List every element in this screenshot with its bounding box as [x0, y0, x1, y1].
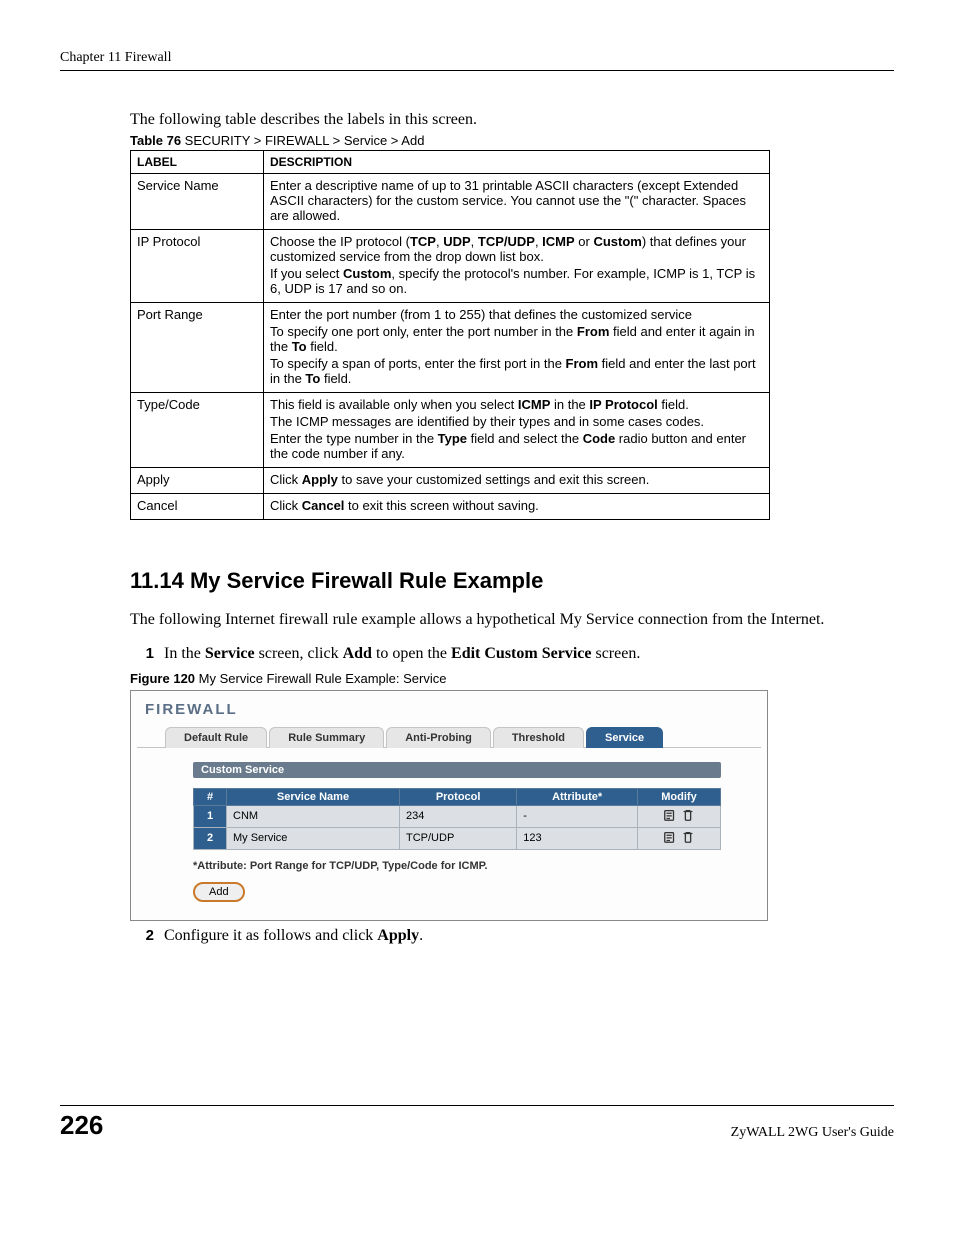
- figure-tabs: Default RuleRule SummaryAnti-ProbingThre…: [165, 727, 761, 748]
- description-table: LABEL DESCRIPTION Service NameEnter a de…: [130, 150, 770, 520]
- description-paragraph: This field is available only when you se…: [270, 397, 763, 412]
- row-modify: [638, 827, 721, 849]
- figure-row: 1CNM234-: [194, 805, 721, 827]
- tab-service[interactable]: Service: [586, 727, 663, 748]
- figure-caption: Figure 120 My Service Firewall Rule Exam…: [130, 671, 864, 686]
- figure-th: Attribute*: [517, 788, 638, 805]
- row-label: Cancel: [131, 494, 264, 520]
- row-description: Enter a descriptive name of up to 31 pri…: [264, 174, 770, 230]
- figure-th: #: [194, 788, 227, 805]
- row-description: This field is available only when you se…: [264, 393, 770, 468]
- description-paragraph: Choose the IP protocol (TCP, UDP, TCP/UD…: [270, 234, 763, 264]
- description-paragraph: If you select Custom, specify the protoc…: [270, 266, 763, 296]
- figure-screenshot: FIREWALL Default RuleRule SummaryAnti-Pr…: [130, 690, 768, 921]
- tab-threshold[interactable]: Threshold: [493, 727, 584, 748]
- figure-note: *Attribute: Port Range for TCP/UDP, Type…: [193, 860, 721, 872]
- description-paragraph: Enter a descriptive name of up to 31 pri…: [270, 178, 763, 223]
- description-paragraph: Click Cancel to exit this screen without…: [270, 498, 763, 513]
- row-description: Enter the port number (from 1 to 255) th…: [264, 303, 770, 393]
- figure-title: FIREWALL: [137, 697, 761, 726]
- description-paragraph: Click Apply to save your customized sett…: [270, 472, 763, 487]
- tab-anti-probing[interactable]: Anti-Probing: [386, 727, 491, 748]
- row-description: Click Apply to save your customized sett…: [264, 468, 770, 494]
- figure-table: #Service NameProtocolAttribute*Modify 1C…: [193, 788, 721, 850]
- row-description: Choose the IP protocol (TCP, UDP, TCP/UD…: [264, 230, 770, 303]
- figure-row: 2My ServiceTCP/UDP123: [194, 827, 721, 849]
- table-caption-prefix: Table 76: [130, 133, 181, 148]
- table-row: Service NameEnter a descriptive name of …: [131, 174, 770, 230]
- add-button[interactable]: Add: [193, 882, 245, 902]
- figure-th: Service Name: [227, 788, 400, 805]
- section-heading: 11.14 My Service Firewall Rule Example: [130, 568, 864, 594]
- row-label: IP Protocol: [131, 230, 264, 303]
- running-header: Chapter 11 Firewall: [60, 50, 894, 71]
- table-caption: Table 76 SECURITY > FIREWALL > Service >…: [130, 133, 864, 148]
- trash-icon[interactable]: [681, 830, 695, 847]
- row-label: Port Range: [131, 303, 264, 393]
- intro-text: The following table describes the labels…: [130, 111, 864, 129]
- figure-caption-prefix: Figure 120: [130, 671, 195, 686]
- figure-subsection-bar: Custom Service: [193, 762, 721, 778]
- table-row: Port Range Enter the port number (from 1 …: [131, 303, 770, 393]
- table-row: Cancel Click Cancel to exit this screen w…: [131, 494, 770, 520]
- th-description: DESCRIPTION: [264, 151, 770, 174]
- row-service-name: My Service: [227, 827, 400, 849]
- row-modify: [638, 805, 721, 827]
- step-1-text: In the Service screen, click Add to open…: [164, 645, 864, 663]
- trash-icon[interactable]: [681, 808, 695, 825]
- tab-default-rule[interactable]: Default Rule: [165, 727, 267, 748]
- figure-caption-text: My Service Firewall Rule Example: Servic…: [195, 671, 446, 686]
- description-paragraph: To specify one port only, enter the port…: [270, 324, 763, 354]
- row-service-name: CNM: [227, 805, 400, 827]
- edit-icon[interactable]: [663, 830, 677, 847]
- table-caption-text: SECURITY > FIREWALL > Service > Add: [181, 133, 424, 148]
- row-label: Service Name: [131, 174, 264, 230]
- step-1-number: 1: [130, 645, 154, 663]
- table-row: Apply Click Apply to save your customized…: [131, 468, 770, 494]
- description-paragraph: Enter the port number (from 1 to 255) th…: [270, 307, 763, 322]
- description-paragraph: To specify a span of ports, enter the fi…: [270, 356, 763, 386]
- description-paragraph: The ICMP messages are identified by thei…: [270, 414, 763, 429]
- description-paragraph: Enter the type number in the Type field …: [270, 431, 763, 461]
- tab-rule-summary[interactable]: Rule Summary: [269, 727, 384, 748]
- table-row: Type/Code This field is available only wh…: [131, 393, 770, 468]
- row-attribute: 123: [517, 827, 638, 849]
- guide-name: ZyWALL 2WG User's Guide: [731, 1125, 894, 1141]
- row-num: 2: [194, 827, 227, 849]
- row-label: Type/Code: [131, 393, 264, 468]
- figure-th: Protocol: [400, 788, 517, 805]
- th-label: LABEL: [131, 151, 264, 174]
- row-attribute: -: [517, 805, 638, 827]
- row-protocol: TCP/UDP: [400, 827, 517, 849]
- section-body: The following Internet firewall rule exa…: [130, 610, 864, 631]
- row-label: Apply: [131, 468, 264, 494]
- step-2-number: 2: [130, 927, 154, 945]
- row-protocol: 234: [400, 805, 517, 827]
- edit-icon[interactable]: [663, 808, 677, 825]
- row-num: 1: [194, 805, 227, 827]
- page-number: 226: [60, 1110, 103, 1141]
- table-row: IP ProtocolChoose the IP protocol (TCP, …: [131, 230, 770, 303]
- step-2-text: Configure it as follows and click Apply.: [164, 927, 864, 945]
- figure-th: Modify: [638, 788, 721, 805]
- row-description: Click Cancel to exit this screen without…: [264, 494, 770, 520]
